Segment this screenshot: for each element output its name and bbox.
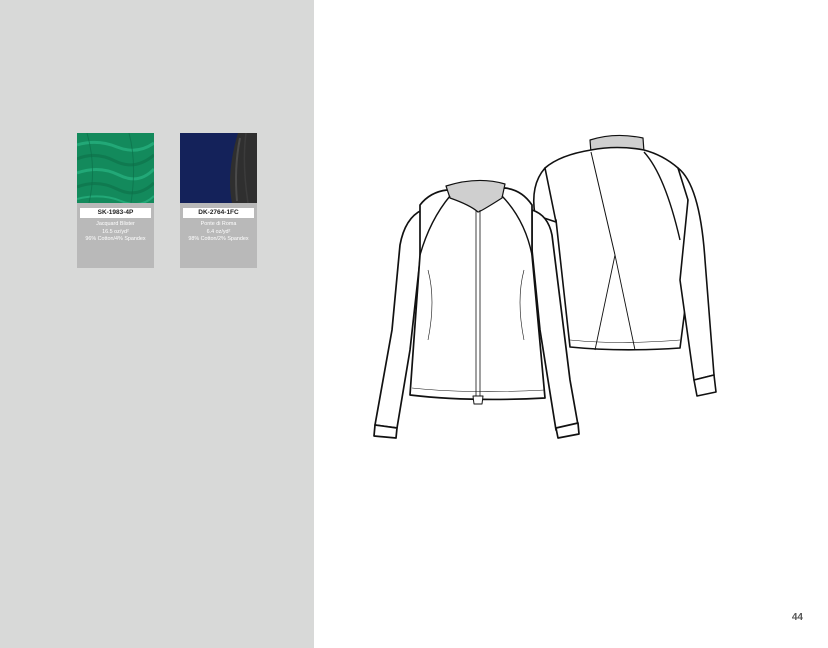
fabric-swatch-card: DK-2764-1FC Ponte di Roma 6.4 oz/yd² 98%…	[180, 133, 257, 268]
fabric-swatch-card: SK-1983-4P Jacquard Blister 16.5 oz/yd² …	[77, 133, 154, 268]
fabric-panel: SK-1983-4P Jacquard Blister 16.5 oz/yd² …	[0, 0, 314, 648]
fabric-swatch-image-navy-ponte	[180, 133, 257, 203]
swatch-weight: 16.5 oz/yd²	[102, 228, 129, 235]
swatch-content: 98% Cotton/2% Spandex	[188, 236, 249, 242]
swatch-content: 96% Cotton/4% Spandex	[85, 236, 146, 242]
bomber-jacket-flat-sketch	[373, 134, 717, 439]
swatch-description: Jacquard Blister 16.5 oz/yd² 96% Cotton/…	[77, 221, 154, 244]
swatch-fabric-name: Ponte di Roma	[200, 221, 237, 227]
swatch-weight: 6.4 oz/yd²	[206, 228, 231, 235]
swatch-fabric-name: Jacquard Blister	[96, 221, 135, 227]
swatch-code: DK-2764-1FC	[183, 208, 254, 218]
swatch-code: SK-1983-4P	[80, 208, 151, 218]
page-number: 44	[791, 612, 803, 623]
swatch-description: Ponte di Roma 6.4 oz/yd² 98% Cotton/2% S…	[180, 221, 257, 244]
fabric-swatch-image-green-jacquard	[77, 133, 154, 203]
